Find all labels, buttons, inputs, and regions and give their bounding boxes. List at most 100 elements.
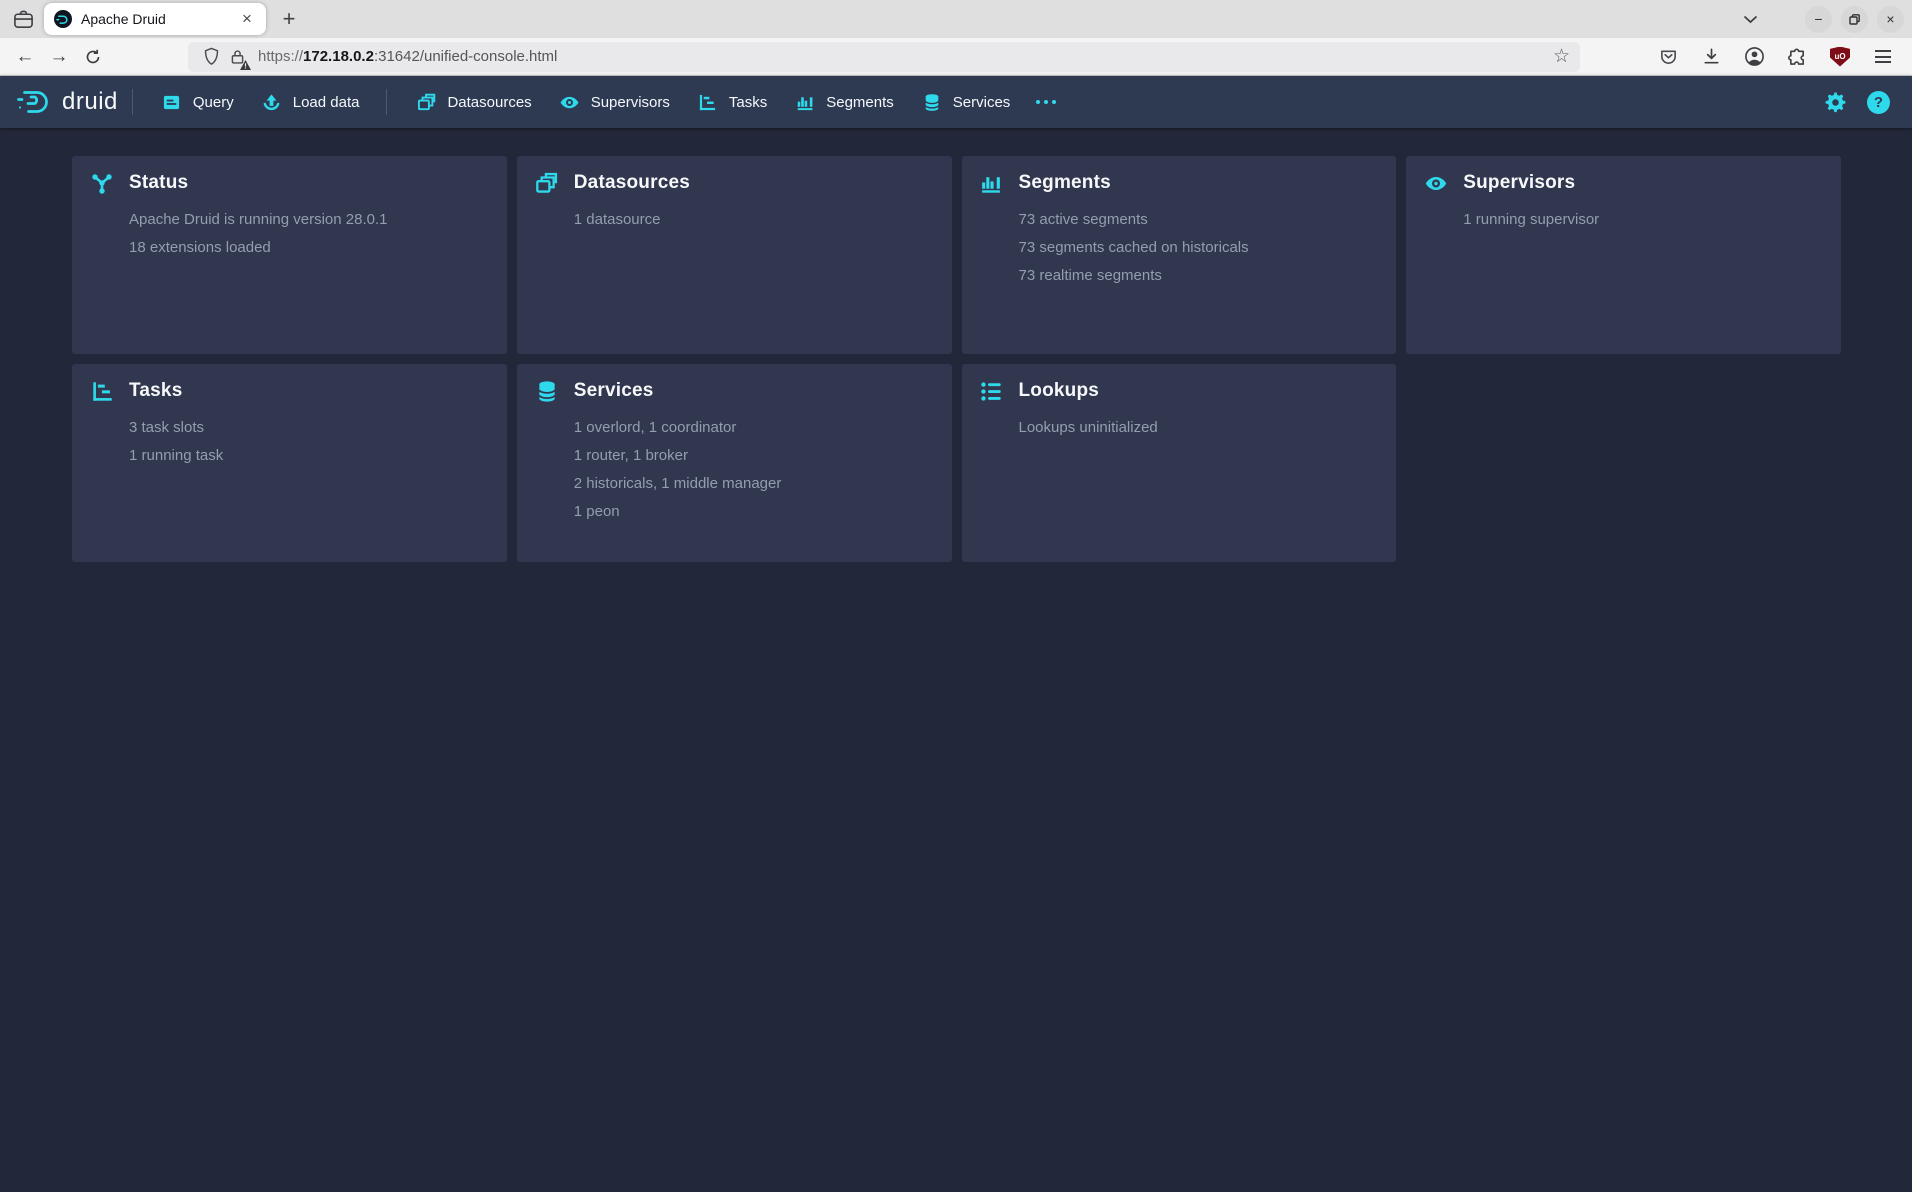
window-controls: − × (1805, 6, 1904, 33)
card-segments[interactable]: Segments 73 active segments 73 segments … (962, 156, 1397, 354)
card-line: Lookups uninitialized (1019, 414, 1379, 442)
browser-tab-strip: Apache Druid × + − × (0, 0, 1912, 38)
card-line: 1 router, 1 broker (574, 442, 934, 470)
pocket-button[interactable] (1653, 42, 1683, 72)
nav-item-label: Services (953, 94, 1011, 111)
card-line: 1 running task (129, 442, 489, 470)
card-header: Datasources (535, 171, 934, 195)
bar-chart-icon (980, 171, 1004, 195)
card-line: 73 segments cached on historicals (1019, 234, 1379, 262)
settings-gear-icon[interactable] (1824, 91, 1847, 114)
druid-logo-icon (16, 89, 52, 116)
url-scheme: https:// (258, 48, 303, 65)
home-view: Status Apache Druid is running version 2… (0, 128, 1912, 562)
card-status[interactable]: Status Apache Druid is running version 2… (72, 156, 507, 354)
firefox-view-icon (13, 9, 34, 30)
connection-lock-icon[interactable] (224, 44, 250, 70)
card-title: Lookups (1019, 380, 1100, 402)
druid-brand-text: druid (62, 88, 118, 116)
ublock-shield-icon: uO (1830, 47, 1850, 67)
puzzle-piece-icon (1788, 47, 1807, 66)
druid-navbar: druid Query Load data Datasources Superv… (0, 76, 1912, 128)
restore-icon (1849, 14, 1860, 25)
close-window-button[interactable]: × (1877, 6, 1904, 33)
pocket-icon (1659, 47, 1678, 66)
card-title: Services (574, 380, 654, 402)
nav-item-supervisors[interactable]: Supervisors (545, 76, 683, 128)
card-lookups[interactable]: Lookups Lookups uninitialized (962, 364, 1397, 562)
card-line: 1 peon (574, 498, 934, 526)
downloads-button[interactable] (1696, 42, 1726, 72)
card-line: 2 historicals, 1 middle manager (574, 470, 934, 498)
menu-button[interactable] (1868, 42, 1898, 72)
druid-logo[interactable]: druid (16, 88, 118, 116)
card-line: 73 realtime segments (1019, 262, 1379, 290)
account-button[interactable] (1739, 42, 1769, 72)
database-icon (535, 379, 559, 403)
nav-item-label: Segments (826, 94, 894, 111)
url-bar[interactable]: https://172.18.0.2:31642/unified-console… (188, 42, 1580, 72)
card-tasks[interactable]: Tasks 3 task slots 1 running task (72, 364, 507, 562)
more-menu-icon[interactable] (1023, 76, 1069, 128)
nav-item-label: Load data (293, 94, 360, 111)
browser-url-toolbar: ← → https://172.18.0.2:31642/unified-con… (0, 38, 1912, 76)
reload-icon (85, 49, 101, 65)
ublock-button[interactable]: uO (1825, 42, 1855, 72)
minimize-button[interactable]: − (1805, 6, 1832, 33)
browser-tab-apache-druid[interactable]: Apache Druid × (44, 3, 266, 35)
url-text: https://172.18.0.2:31642/unified-console… (258, 48, 557, 65)
nav-item-load-data[interactable]: Load data (247, 76, 373, 128)
list-icon (980, 379, 1004, 403)
card-line: 1 running supervisor (1463, 206, 1823, 234)
tab-title: Apache Druid (81, 11, 236, 27)
firefox-view-button[interactable] (8, 4, 38, 34)
card-line: 1 overlord, 1 coordinator (574, 414, 934, 442)
nav-item-datasources[interactable]: Datasources (401, 76, 544, 128)
tracking-protection-shield-icon[interactable] (198, 44, 224, 70)
nav-item-label: Supervisors (591, 94, 670, 111)
card-lines: 1 datasource (574, 206, 934, 234)
nav-item-label: Datasources (447, 94, 531, 111)
eye-icon (558, 90, 582, 114)
new-tab-button[interactable]: + (274, 4, 304, 34)
lock-warning-badge (240, 60, 251, 70)
forward-button[interactable]: → (42, 42, 76, 72)
nav-item-label: Query (193, 94, 234, 111)
card-header: Tasks (90, 379, 489, 403)
nav-item-query[interactable]: Query (147, 76, 247, 128)
help-icon[interactable]: ? (1867, 91, 1890, 114)
list-all-tabs-button[interactable] (1735, 4, 1765, 34)
card-title: Segments (1019, 172, 1111, 194)
restore-button[interactable] (1841, 6, 1868, 33)
navbar-divider (386, 89, 387, 115)
card-line: 1 datasource (574, 206, 934, 234)
nav-item-tasks[interactable]: Tasks (683, 76, 780, 128)
card-services[interactable]: Services 1 overlord, 1 coordinator 1 rou… (517, 364, 952, 562)
bar-chart-icon (793, 90, 817, 114)
tab-close-icon[interactable]: × (236, 8, 258, 30)
database-icon (920, 90, 944, 114)
extensions-button[interactable] (1782, 42, 1812, 72)
card-lines: Apache Druid is running version 28.0.1 1… (129, 206, 489, 262)
card-datasources[interactable]: Datasources 1 datasource (517, 156, 952, 354)
druid-favicon (54, 10, 72, 28)
card-header: Segments (980, 171, 1379, 195)
chevron-down-icon (1743, 15, 1758, 24)
card-line: 3 task slots (129, 414, 489, 442)
reload-button[interactable] (76, 42, 110, 72)
eye-icon (1424, 171, 1448, 195)
card-lines: 1 overlord, 1 coordinator 1 router, 1 br… (574, 414, 934, 526)
card-header: Supervisors (1424, 171, 1823, 195)
bookmark-star-icon[interactable]: ☆ (1553, 45, 1570, 68)
back-button[interactable]: ← (8, 42, 42, 72)
card-header: Lookups (980, 379, 1379, 403)
nav-item-segments[interactable]: Segments (780, 76, 907, 128)
card-lines: 73 active segments 73 segments cached on… (1019, 206, 1379, 290)
card-lines: Lookups uninitialized (1019, 414, 1379, 442)
gantt-icon (696, 90, 720, 114)
nav-item-services[interactable]: Services (907, 76, 1024, 128)
card-supervisors[interactable]: Supervisors 1 running supervisor (1406, 156, 1841, 354)
load-data-icon (260, 90, 284, 114)
hamburger-icon (1875, 50, 1891, 63)
card-lines: 3 task slots 1 running task (129, 414, 489, 470)
